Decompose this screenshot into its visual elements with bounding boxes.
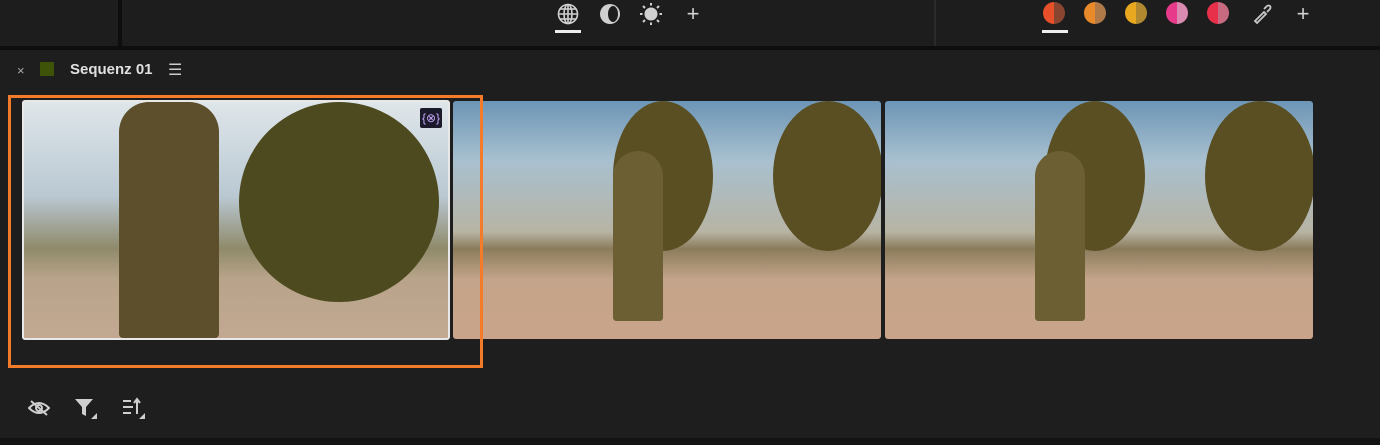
color-swatch-5[interactable] — [1207, 2, 1229, 24]
top-toolbar: + + — [0, 0, 1380, 50]
color-swatch-4[interactable] — [1166, 2, 1188, 24]
add-swatch-button[interactable]: + — [1291, 1, 1315, 26]
clip-thumbnail-2[interactable] — [453, 101, 881, 339]
filter-icon[interactable] — [72, 395, 98, 421]
active-indicator — [1042, 30, 1068, 33]
eyedropper-icon[interactable] — [1250, 2, 1274, 26]
color-swatch-3[interactable] — [1125, 2, 1147, 24]
panel-menu-button[interactable]: ☰ — [168, 60, 182, 80]
sort-icon[interactable] — [120, 395, 146, 421]
divider — [934, 0, 936, 46]
brightness-icon[interactable] — [639, 2, 663, 26]
globe-icon[interactable] — [556, 2, 580, 26]
sequence-title: Sequenz 01 — [70, 61, 153, 78]
divider — [118, 0, 122, 46]
color-swatch-1[interactable] — [1043, 2, 1065, 24]
active-indicator — [555, 30, 581, 33]
close-panel-button[interactable]: × — [17, 63, 25, 78]
add-view-button[interactable]: + — [681, 1, 705, 26]
hide-icon[interactable] — [26, 395, 52, 421]
clip-thumbnail-3[interactable] — [885, 101, 1313, 339]
selection-highlight — [8, 95, 483, 368]
contrast-icon[interactable] — [598, 2, 622, 26]
panel-bottom-border — [0, 438, 1380, 445]
sequence-color-label — [40, 62, 54, 76]
color-swatch-2[interactable] — [1084, 2, 1106, 24]
